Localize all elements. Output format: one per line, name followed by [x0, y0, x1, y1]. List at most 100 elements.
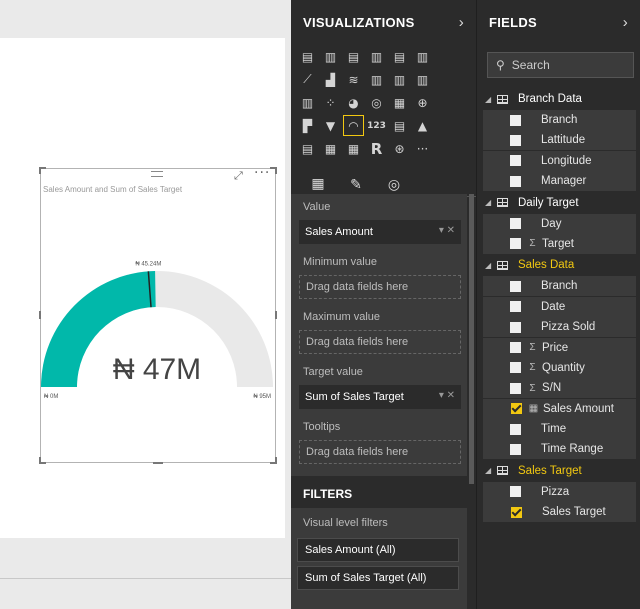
- target-well-field[interactable]: Sum of Sales Target ▾ ✕: [299, 385, 461, 409]
- field-row[interactable]: Sales Target: [483, 502, 636, 523]
- pie-icon[interactable]: ◕: [343, 92, 364, 113]
- donut-icon[interactable]: ◎: [366, 92, 387, 113]
- gauge-icon[interactable]: ◠: [343, 115, 364, 136]
- table-daily-target[interactable]: ◢ Daily Target: [477, 192, 640, 214]
- line-column-icon[interactable]: ▥: [366, 69, 387, 90]
- value-well-field[interactable]: Sales Amount ▾ ✕: [299, 220, 461, 244]
- globe-icon[interactable]: ⊛: [389, 138, 410, 159]
- card-icon[interactable]: 123: [366, 115, 387, 136]
- collapse-triangle-icon[interactable]: ◢: [485, 261, 497, 270]
- table-sales-data[interactable]: ◢ Sales Data: [477, 254, 640, 276]
- field-row[interactable]: Time Range: [483, 439, 636, 460]
- field-checkbox[interactable]: [510, 134, 521, 146]
- chevron-right-icon[interactable]: ›: [459, 14, 464, 31]
- field-row[interactable]: Pizza: [483, 481, 636, 502]
- field-row[interactable]: Date: [483, 296, 636, 317]
- field-checkbox[interactable]: [510, 443, 521, 455]
- 100-bar-icon[interactable]: ▤: [389, 46, 410, 67]
- gauge-visual[interactable]: ⤢ ··· Sales Amount and Sum of Sales Targ…: [39, 165, 277, 464]
- field-checkbox[interactable]: [510, 114, 521, 126]
- field-row[interactable]: Σ Quantity: [483, 357, 636, 378]
- field-row[interactable]: Σ Price: [483, 337, 636, 358]
- map-icon[interactable]: ⊕: [412, 92, 433, 113]
- field-checkbox[interactable]: [510, 321, 521, 333]
- funnel-icon[interactable]: ▼: [320, 115, 341, 136]
- chevron-right-icon[interactable]: ›: [623, 14, 628, 31]
- card-icon-glyph: 123: [367, 120, 386, 131]
- well-field-controls-icon[interactable]: ▾ ✕: [439, 225, 455, 236]
- slicer-icon[interactable]: ▤: [297, 138, 318, 159]
- field-row[interactable]: Pizza Sold: [483, 317, 636, 338]
- filled-map-icon[interactable]: ▛: [297, 115, 318, 136]
- resize-handle-bl-v[interactable]: [39, 457, 41, 464]
- line-chart-icon[interactable]: ⟋: [297, 69, 318, 90]
- r-visual-icon[interactable]: R: [366, 138, 387, 159]
- visualizations-header: VISUALIZATIONS ›: [291, 0, 476, 44]
- field-row[interactable]: Branch: [483, 110, 636, 130]
- field-checkbox[interactable]: [510, 423, 521, 435]
- resize-handle-br-v[interactable]: [275, 457, 277, 464]
- tooltips-well-dropzone[interactable]: Drag data fields here: [299, 440, 461, 464]
- area-chart-icon[interactable]: ▟: [320, 69, 341, 90]
- field-checkbox[interactable]: [510, 238, 521, 250]
- waterfall-icon[interactable]: ▥: [297, 92, 318, 113]
- resize-handle-tr-v[interactable]: [275, 167, 277, 174]
- matrix-icon[interactable]: ▦: [343, 138, 364, 159]
- stacked-bar-icon-glyph: ▤: [301, 49, 314, 64]
- field-row[interactable]: Time: [483, 419, 636, 440]
- field-checkbox[interactable]: [510, 486, 521, 498]
- resize-handle-left[interactable]: [39, 311, 41, 319]
- resize-handle-right[interactable]: [275, 311, 277, 319]
- field-row[interactable]: Lattitude: [483, 130, 636, 151]
- field-row[interactable]: Σ S/N: [483, 378, 636, 399]
- field-checkbox[interactable]: [510, 175, 521, 187]
- more-visuals-icon[interactable]: ···: [412, 138, 433, 159]
- stacked-area-icon[interactable]: ≋: [343, 69, 364, 90]
- field-row[interactable]: Longitude: [483, 150, 636, 171]
- well-field-controls-icon[interactable]: ▾ ✕: [439, 390, 455, 401]
- clustered-column-icon[interactable]: ▥: [366, 46, 387, 67]
- field-row[interactable]: Σ Target: [483, 233, 636, 254]
- table-branch-data[interactable]: ◢ Branch Data: [477, 88, 640, 110]
- filter-card-sales-target[interactable]: Sum of Sales Target (All): [297, 566, 459, 590]
- ribbon-chart-icon[interactable]: ▥: [412, 69, 433, 90]
- filter-card-sales-amount[interactable]: Sales Amount (All): [297, 538, 459, 562]
- field-name: Quantity: [542, 361, 585, 374]
- stacked-bar-icon[interactable]: ▤: [297, 46, 318, 67]
- kpi-icon[interactable]: ▲: [412, 115, 433, 136]
- table-icon[interactable]: ▦: [320, 138, 341, 159]
- max-well-dropzone[interactable]: Drag data fields here: [299, 330, 461, 354]
- collapse-triangle-icon[interactable]: ◢: [485, 466, 497, 475]
- table-name: Sales Data: [518, 259, 575, 272]
- stacked-column-icon[interactable]: ▥: [320, 46, 341, 67]
- field-row[interactable]: Day: [483, 213, 636, 234]
- table-sales-target[interactable]: ◢ Sales Target: [477, 460, 640, 482]
- field-search-input[interactable]: ⚲ Search: [487, 52, 634, 78]
- scatter-icon[interactable]: ⁘: [320, 92, 341, 113]
- field-row[interactable]: Branch: [483, 276, 636, 297]
- 100-column-icon[interactable]: ▥: [412, 46, 433, 67]
- field-checkbox[interactable]: [510, 155, 521, 167]
- line-stacked-column-icon[interactable]: ▥: [389, 69, 410, 90]
- field-checkbox[interactable]: [510, 301, 521, 313]
- collapse-triangle-icon[interactable]: ◢: [485, 95, 497, 104]
- clustered-bar-icon[interactable]: ▤: [343, 46, 364, 67]
- field-checkbox[interactable]: [511, 506, 522, 518]
- field-checkbox[interactable]: [510, 218, 521, 230]
- resize-handle-tl-v[interactable]: [39, 167, 41, 174]
- min-well-dropzone[interactable]: Drag data fields here: [299, 275, 461, 299]
- field-checkbox[interactable]: [511, 403, 522, 415]
- collapse-triangle-icon[interactable]: ◢: [485, 198, 497, 207]
- wells-scrollbar[interactable]: [469, 194, 474, 484]
- field-checkbox[interactable]: [510, 382, 521, 394]
- resize-handle-bottom[interactable]: [153, 462, 163, 464]
- matrix-icon-glyph: ▦: [347, 141, 360, 156]
- field-checkbox[interactable]: [510, 362, 521, 374]
- field-row[interactable]: Manager: [483, 171, 636, 192]
- table-icon: [497, 260, 508, 270]
- treemap-icon[interactable]: ▦: [389, 92, 410, 113]
- field-checkbox[interactable]: [510, 342, 521, 354]
- multi-row-card-icon[interactable]: ▤: [389, 115, 410, 136]
- field-row[interactable]: ▦ Sales Amount: [483, 398, 636, 419]
- field-checkbox[interactable]: [510, 280, 521, 292]
